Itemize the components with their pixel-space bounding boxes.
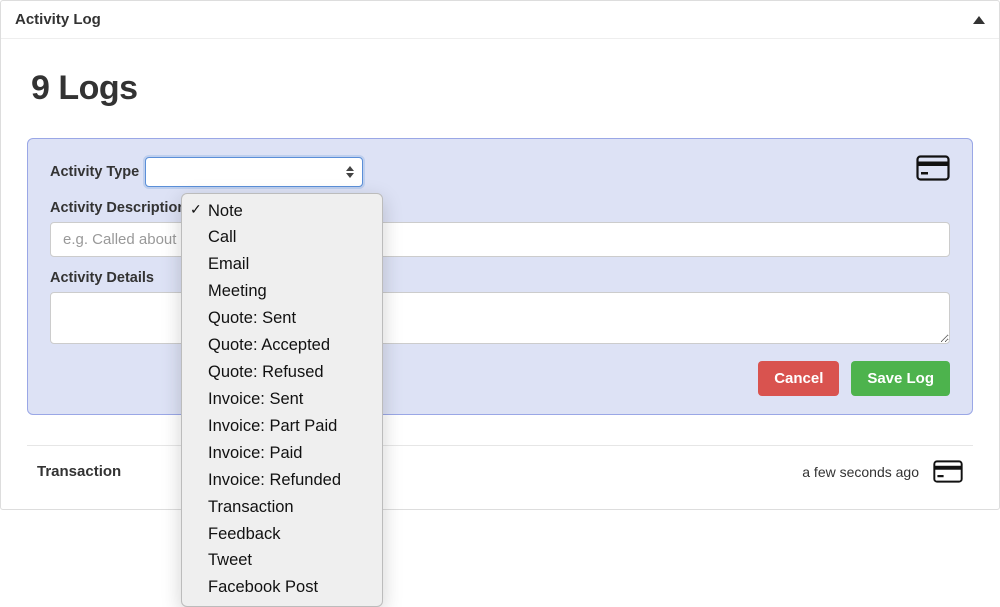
- dropdown-option[interactable]: Invoice: Paid: [182, 440, 382, 467]
- cancel-button[interactable]: Cancel: [758, 361, 839, 396]
- card-icon: [916, 155, 950, 181]
- activity-details-label: Activity Details: [50, 270, 154, 286]
- activity-type-label: Activity Type: [50, 164, 139, 180]
- activity-log-panel: Activity Log 9 Logs Activity Type: [0, 0, 1000, 510]
- activity-type-dropdown[interactable]: NoteCallEmailMeetingQuote: SentQuote: Ac…: [181, 193, 383, 607]
- dropdown-option[interactable]: Invoice: Refunded: [182, 467, 382, 494]
- new-log-form: Activity Type Activity Description Activ…: [27, 138, 973, 415]
- dropdown-option[interactable]: Call: [182, 225, 382, 252]
- save-log-button[interactable]: Save Log: [851, 361, 950, 396]
- dropdown-option[interactable]: Facebook Post: [182, 575, 382, 602]
- dropdown-option[interactable]: Tweet: [182, 548, 382, 575]
- dropdown-option[interactable]: Email: [182, 252, 382, 279]
- panel-title: Activity Log: [15, 11, 101, 28]
- panel-header[interactable]: Activity Log: [1, 1, 999, 39]
- log-entry-meta: a few seconds ago: [802, 460, 963, 483]
- dropdown-option[interactable]: Invoice: Part Paid: [182, 413, 382, 440]
- activity-type-row: Activity Type: [50, 157, 950, 187]
- panel-content: 9 Logs Activity Type Act: [1, 39, 999, 509]
- dropdown-option[interactable]: Invoice: Sent: [182, 386, 382, 413]
- dropdown-option[interactable]: Transaction: [182, 494, 382, 521]
- activity-description-label: Activity Description: [50, 200, 186, 216]
- dropdown-option[interactable]: Quote: Refused: [182, 360, 382, 387]
- card-icon: [933, 460, 963, 483]
- dropdown-option[interactable]: Meeting: [182, 279, 382, 306]
- log-entry-time: a few seconds ago: [802, 464, 919, 480]
- select-stepper-icon: [346, 166, 354, 178]
- dropdown-option[interactable]: Quote: Accepted: [182, 333, 382, 360]
- collapse-icon: [973, 16, 985, 24]
- log-entry-row: Transaction 00 a few seconds ago: [27, 445, 973, 483]
- dropdown-option[interactable]: Feedback: [182, 521, 382, 548]
- activity-type-select[interactable]: [145, 157, 363, 187]
- dropdown-option[interactable]: Quote: Sent: [182, 306, 382, 333]
- dropdown-option[interactable]: Note: [182, 198, 382, 225]
- page-title: 9 Logs: [31, 69, 969, 108]
